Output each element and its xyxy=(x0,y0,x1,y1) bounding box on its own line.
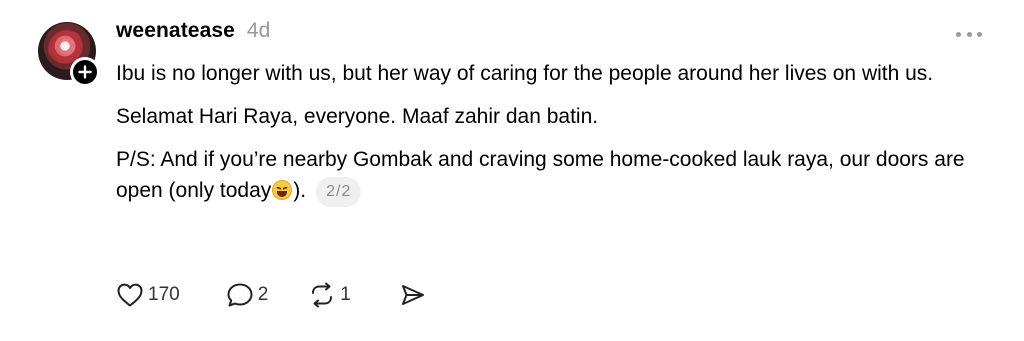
comment-icon xyxy=(227,283,253,307)
more-options-button[interactable] xyxy=(952,24,986,44)
more-options-dot xyxy=(977,31,982,37)
heart-icon xyxy=(117,283,143,307)
page-indicator-badge: 2/2 xyxy=(316,177,362,207)
repost-count: 1 xyxy=(340,284,351,305)
like-button[interactable]: 170 xyxy=(116,282,180,308)
repost-icon xyxy=(312,282,333,308)
post-paragraph-3: P/S: And if you’re nearby Gombak and cra… xyxy=(116,144,976,207)
reply-count: 2 xyxy=(257,284,269,305)
post-body: Ibu is no longer with us, but her way of… xyxy=(116,58,976,207)
timestamp[interactable]: 4d xyxy=(247,19,270,43)
send-icon xyxy=(401,285,424,305)
share-button[interactable] xyxy=(399,282,427,308)
more-options-icon xyxy=(956,31,961,37)
post-header: weenatease 4d xyxy=(116,19,270,43)
grinning-squinting-face-emoji-icon xyxy=(272,180,293,200)
like-count: 170 xyxy=(148,284,180,305)
more-options-dot xyxy=(966,31,972,37)
action-bar: 170 2 1 xyxy=(116,282,427,308)
reply-button[interactable]: 2 xyxy=(226,282,269,308)
repost-button[interactable]: 1 xyxy=(308,282,351,308)
post-paragraph-1: Ibu is no longer with us, but her way of… xyxy=(116,62,934,85)
follow-button[interactable] xyxy=(70,57,100,87)
plus-icon xyxy=(78,65,92,79)
post-paragraph-2: Selamat Hari Raya, everyone. Maaf zahir … xyxy=(116,105,599,128)
thread-post: weenatease 4d Ibu is no longer with us, … xyxy=(0,0,1024,341)
post-paragraph-3-text: P/S: And if you’re nearby Gombak and cra… xyxy=(116,148,965,202)
username[interactable]: weenatease xyxy=(116,19,235,43)
post-paragraph-3-end: ). xyxy=(293,179,307,202)
